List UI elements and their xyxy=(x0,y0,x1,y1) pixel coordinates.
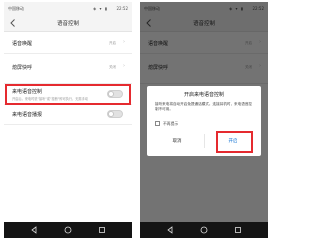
row-title: 语音唤醒 xyxy=(12,41,33,47)
checkbox-label: 不再提示 xyxy=(163,121,179,126)
status-bar: 中国移动 ◈ ▾ ▮ 22:52 xyxy=(4,2,132,15)
row-screen-off-call[interactable]: 熄屏快呼 关闭 › xyxy=(4,54,132,84)
nav-recent-icon[interactable] xyxy=(234,226,242,234)
chevron-right-icon: › xyxy=(123,63,125,69)
navigation-bar xyxy=(140,222,268,238)
announce-toggle[interactable] xyxy=(107,110,123,118)
dialog-title: 开启来电语音控制 xyxy=(183,92,224,98)
row-voice-wakeup[interactable]: 语音唤醒 开启 › xyxy=(4,32,132,54)
page-title: 语音控制 xyxy=(56,21,79,27)
carrier-label: 中国移动 xyxy=(8,6,24,11)
dialog-message: 接听来电将自动开启免提通话模式。连接耳机时，来电语音控制不可用。 xyxy=(155,102,253,112)
nav-recent-icon[interactable] xyxy=(98,226,106,234)
button-divider xyxy=(204,134,205,148)
row-incoming-call-announce[interactable]: 来电语音播报 xyxy=(4,105,132,125)
cancel-button[interactable]: 取消 xyxy=(153,138,201,144)
chevron-right-icon: › xyxy=(123,39,125,45)
nav-home-icon[interactable] xyxy=(64,226,72,234)
title-bar: 语音控制 xyxy=(4,15,132,32)
highlight-box xyxy=(5,84,131,105)
navigation-bar xyxy=(4,222,132,238)
phone-screen-left: 中国移动 ◈ ▾ ▮ 22:52 语音控制 语音唤醒 开启 › 熄屏快呼 关闭 … xyxy=(4,2,132,238)
phone-screen-right: 中国移动 ◈ ▾ ▮ 22:52 语音控制 语音唤醒 开启 › 熄屏快呼 关闭 … xyxy=(140,2,268,238)
highlight-box xyxy=(216,131,253,153)
nav-back-icon[interactable] xyxy=(30,226,38,234)
nav-home-icon[interactable] xyxy=(200,226,208,234)
enable-voice-control-dialog: 开启来电语音控制 接听来电将自动开启免提通话模式。连接耳机时，来电语音控制不可用… xyxy=(147,86,261,156)
row-title: 来电语音播报 xyxy=(12,112,43,118)
nav-back-icon[interactable] xyxy=(166,226,174,234)
toggle-knob xyxy=(108,111,114,117)
dont-remind-checkbox[interactable] xyxy=(155,121,160,126)
row-state: 开启 xyxy=(109,41,116,45)
row-state: 关闭 xyxy=(109,65,116,69)
status-icons: ◈ ▾ ▮ xyxy=(93,6,108,11)
clock: 22:52 xyxy=(116,6,128,11)
row-title: 熄屏快呼 xyxy=(12,65,33,71)
